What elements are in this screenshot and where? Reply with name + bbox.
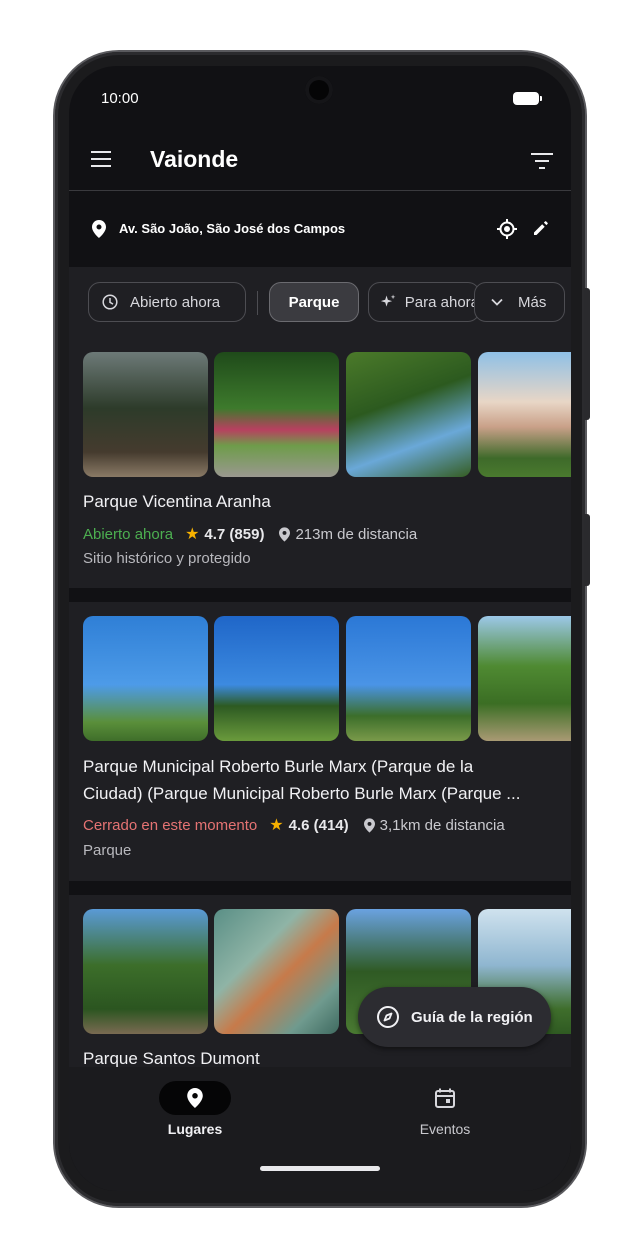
place-photo[interactable] bbox=[83, 616, 208, 741]
star-icon: ★ bbox=[185, 526, 200, 543]
my-location-icon[interactable] bbox=[497, 219, 517, 239]
open-status: Abierto ahora bbox=[83, 525, 174, 543]
status-bar: 10:00 bbox=[69, 66, 571, 132]
front-camera bbox=[305, 76, 333, 104]
location-pin-icon bbox=[92, 220, 106, 238]
chip-more-label: Más bbox=[518, 293, 547, 311]
place-photo[interactable] bbox=[214, 616, 339, 741]
home-indicator[interactable] bbox=[260, 1166, 380, 1171]
chip-open-now[interactable]: Abierto ahora bbox=[88, 282, 246, 322]
location-pin-icon bbox=[363, 817, 375, 833]
chip-for-now[interactable]: Para ahora bbox=[368, 282, 480, 322]
place-distance: 3,1km de distancia bbox=[379, 816, 505, 834]
place-photo[interactable] bbox=[478, 616, 571, 741]
chip-park-label: Parque bbox=[288, 293, 340, 311]
place-rating: 4.6 (414) bbox=[288, 816, 349, 834]
power-button bbox=[584, 514, 590, 586]
filter-icon[interactable] bbox=[531, 153, 553, 169]
closed-status: Cerrado en este momento bbox=[83, 816, 258, 834]
nav-events-label: Eventos bbox=[419, 1121, 471, 1137]
place-photo[interactable] bbox=[346, 352, 471, 477]
location-pin-icon bbox=[187, 1088, 203, 1108]
place-category: Parque bbox=[83, 842, 132, 859]
chip-park[interactable]: Parque bbox=[269, 282, 359, 322]
photo-strip[interactable] bbox=[83, 616, 571, 742]
bottom-navigation: Lugares Eventos bbox=[69, 1067, 571, 1191]
place-photo[interactable] bbox=[478, 352, 571, 477]
sparkle-icon bbox=[380, 294, 396, 307]
volume-button bbox=[584, 288, 590, 420]
region-guide-button[interactable]: Guía de la región bbox=[358, 987, 551, 1047]
calendar-icon bbox=[435, 1088, 455, 1108]
photo-strip[interactable] bbox=[83, 352, 571, 478]
place-meta: Cerrado en este momento ★ 4.6 (414) 3,1k… bbox=[83, 815, 505, 835]
place-photo[interactable] bbox=[214, 352, 339, 477]
place-name-line: Ciudad) (Parque Municipal Roberto Burle … bbox=[83, 784, 521, 803]
nav-places[interactable]: Lugares bbox=[115, 1081, 275, 1137]
location-address: Av. São João, São José dos Campos bbox=[119, 221, 346, 236]
place-rating: 4.7 (859) bbox=[204, 525, 265, 543]
chip-more[interactable]: Más bbox=[474, 282, 565, 322]
place-name: Parque Vicentina Aranha bbox=[83, 492, 271, 511]
nav-events-indicator bbox=[409, 1081, 481, 1115]
place-name: Parque Municipal Roberto Burle Marx (Par… bbox=[83, 753, 520, 807]
place-card[interactable]: Parque Vicentina Aranha Abierto ahora ★ … bbox=[69, 338, 571, 588]
nav-places-label: Lugares bbox=[167, 1121, 223, 1137]
place-distance: 213m de distancia bbox=[295, 525, 418, 543]
menu-icon[interactable] bbox=[91, 151, 111, 167]
place-category: Sitio histórico y protegido bbox=[83, 550, 251, 567]
app-title: Vaionde bbox=[150, 146, 239, 172]
chevron-down-icon bbox=[491, 298, 503, 306]
region-guide-label: Guía de la región bbox=[411, 1008, 533, 1026]
battery-icon bbox=[513, 92, 542, 105]
clock-icon bbox=[102, 294, 118, 310]
place-meta: Abierto ahora ★ 4.7 (859) 213m de distan… bbox=[83, 524, 417, 544]
chip-separator bbox=[257, 291, 258, 315]
edit-icon[interactable] bbox=[533, 220, 549, 236]
chip-open-now-label: Abierto ahora bbox=[130, 293, 221, 311]
status-time: 10:00 bbox=[101, 90, 139, 107]
place-name: Parque Santos Dumont bbox=[83, 1049, 260, 1067]
compass-icon bbox=[377, 1006, 399, 1028]
place-card[interactable]: Parque Municipal Roberto Burle Marx (Par… bbox=[69, 602, 571, 881]
location-bar[interactable]: Av. São João, São José dos Campos bbox=[69, 191, 571, 267]
app-bar: Vaionde bbox=[69, 132, 571, 190]
nav-places-indicator bbox=[159, 1081, 231, 1115]
place-photo[interactable] bbox=[346, 616, 471, 741]
screen: 10:00 Vaionde Av. São João, São José dos… bbox=[69, 66, 571, 1191]
star-icon: ★ bbox=[269, 817, 284, 834]
filter-chips: Abierto ahora Parque Para ahora Más bbox=[69, 267, 571, 338]
place-photo[interactable] bbox=[83, 352, 208, 477]
place-name-line: Parque Municipal Roberto Burle Marx (Par… bbox=[83, 757, 474, 776]
place-photo[interactable] bbox=[83, 909, 208, 1034]
place-photo[interactable] bbox=[214, 909, 339, 1034]
chip-for-now-label: Para ahora bbox=[404, 293, 479, 311]
nav-events[interactable]: Eventos bbox=[365, 1081, 525, 1137]
location-pin-icon bbox=[279, 526, 291, 542]
